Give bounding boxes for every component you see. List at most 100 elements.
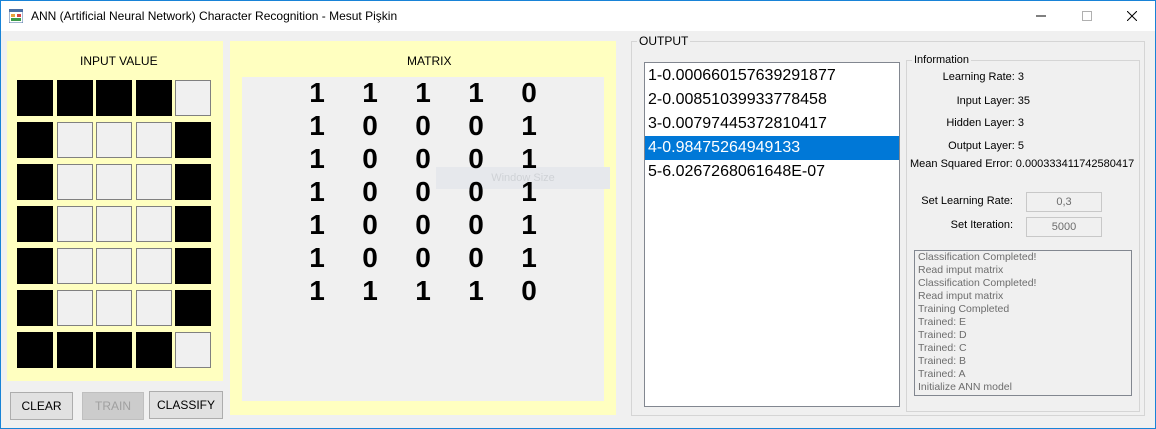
input-cell[interactable] — [175, 248, 212, 284]
maximize-button[interactable] — [1064, 1, 1110, 31]
information-group: Information Learning Rate: 3 Input Layer… — [906, 54, 1140, 412]
train-button[interactable]: TRAIN — [82, 392, 144, 420]
input-cell[interactable] — [17, 122, 53, 158]
output-list-item[interactable]: 1-0.000660157639291877 — [645, 64, 899, 88]
matrix-value: 1 — [309, 176, 325, 207]
input-cell[interactable] — [135, 80, 172, 116]
app-form-icon — [9, 9, 23, 23]
matrix-value: 1 — [468, 275, 484, 306]
output-listbox[interactable]: 1-0.000660157639291877 2-0.00851039933778… — [644, 62, 900, 407]
output-group: OUTPUT 1-0.000660157639291877 2-0.0085103… — [631, 34, 1145, 416]
input-cell[interactable] — [175, 332, 212, 368]
matrix-value: 0 — [362, 242, 378, 273]
minimize-button[interactable] — [1018, 1, 1064, 31]
input-cell[interactable] — [96, 248, 133, 284]
input-cell[interactable] — [17, 80, 53, 116]
input-cell[interactable] — [17, 206, 53, 242]
matrix-value: 1 — [415, 275, 431, 306]
matrix-value: 1 — [309, 110, 325, 141]
learning-rate-text: Learning Rate: 3 — [942, 71, 1024, 83]
matrix-value: 1 — [309, 143, 325, 174]
input-cell[interactable] — [175, 206, 212, 242]
input-cell[interactable] — [135, 290, 172, 326]
information-label: Information — [912, 54, 972, 66]
input-cell[interactable] — [17, 332, 53, 368]
input-cell[interactable] — [56, 206, 93, 242]
input-cell[interactable] — [135, 206, 172, 242]
log-line: Trained: C — [918, 342, 967, 354]
log-line: Training Completed — [918, 303, 1010, 315]
set-iteration-label: Set Iteration: — [950, 219, 1013, 231]
input-cell[interactable] — [56, 80, 93, 116]
input-cell[interactable] — [175, 80, 212, 116]
matrix-value: 1 — [309, 242, 325, 273]
matrix-value: 0 — [415, 110, 431, 141]
matrix-value: 0 — [362, 176, 378, 207]
matrix-value: 0 — [468, 110, 484, 141]
input-cell[interactable] — [17, 164, 53, 200]
matrix-display: Window Size 1111010001100011000110001100… — [242, 77, 610, 401]
minimize-icon — [1036, 15, 1046, 17]
log-line: Trained: B — [918, 355, 967, 367]
input-cell[interactable] — [135, 122, 172, 158]
input-cell[interactable] — [175, 290, 212, 326]
input-layer-text: Input Layer: 35 — [956, 95, 1030, 107]
learning-rate-input[interactable] — [1026, 192, 1102, 212]
matrix-value: 1 — [468, 77, 484, 108]
matrix-value: 0 — [415, 143, 431, 174]
set-learning-rate-label: Set Learning Rate: — [921, 195, 1013, 207]
log-line: Read imput matrix — [918, 290, 1004, 302]
log-line: Trained: E — [918, 316, 967, 328]
log-line: Initialize ANN model — [918, 381, 1012, 393]
input-cell[interactable] — [96, 290, 133, 326]
output-list-item[interactable]: 3-0.00797445372810417 — [645, 112, 899, 136]
input-cell[interactable] — [56, 164, 93, 200]
log-textbox[interactable]: Classification Completed! Read imput matr… — [914, 250, 1132, 396]
matrix-value: 1 — [521, 242, 537, 273]
matrix-value: 1 — [362, 275, 378, 306]
hidden-layer-text: Hidden Layer: 3 — [946, 117, 1024, 129]
close-button[interactable] — [1109, 1, 1155, 31]
input-cell[interactable] — [96, 122, 133, 158]
input-cell[interactable] — [17, 248, 53, 284]
iteration-input[interactable] — [1026, 217, 1102, 237]
input-cell[interactable] — [135, 248, 172, 284]
matrix-value: 0 — [415, 209, 431, 240]
input-cell[interactable] — [96, 80, 133, 116]
title-bar[interactable]: ANN (Artificial Neural Network) Characte… — [1, 1, 1155, 31]
app-window: ANN (Artificial Neural Network) Characte… — [0, 0, 1156, 429]
matrix-value: 1 — [309, 275, 325, 306]
log-line: Trained: D — [918, 329, 967, 341]
input-cell[interactable] — [56, 290, 93, 326]
log-line: Classification Completed! — [918, 277, 1037, 289]
input-cell[interactable] — [96, 164, 133, 200]
output-group-label: OUTPUT — [637, 34, 691, 48]
input-cell[interactable] — [56, 122, 93, 158]
input-cell[interactable] — [96, 332, 133, 368]
input-cell[interactable] — [96, 206, 133, 242]
input-cell[interactable] — [175, 164, 212, 200]
log-lines: Classification Completed! Read imput matr… — [915, 251, 1131, 394]
matrix-value: 0 — [521, 275, 537, 306]
window-title: ANN (Artificial Neural Network) Characte… — [31, 9, 398, 23]
input-cell[interactable] — [56, 332, 93, 368]
matrix-label: MATRIX — [407, 54, 452, 68]
classify-button[interactable]: CLASSIFY — [149, 391, 223, 419]
input-cell[interactable] — [135, 164, 172, 200]
output-list-item[interactable]: 5-6.0267268061648E-07 — [645, 160, 899, 184]
close-icon — [1127, 11, 1137, 21]
matrix-value: 0 — [362, 110, 378, 141]
input-cell[interactable] — [56, 248, 93, 284]
log-line: Classification Completed! — [918, 251, 1037, 263]
mse-text: Mean Squared Error: 0.000333411742580417 — [910, 158, 1135, 170]
input-cell[interactable] — [135, 332, 172, 368]
client-area: INPUT VALUE CLEAR TRAIN CLASSIFY MATRIX … — [1, 32, 1155, 428]
clear-button[interactable]: CLEAR — [10, 392, 73, 420]
output-list-item[interactable]: 2-0.00851039933778458 — [645, 88, 899, 112]
input-cell[interactable] — [17, 290, 53, 326]
output-layer-text: Output Layer: 5 — [948, 140, 1024, 152]
output-list-item[interactable]: 4-0.98475264949133 — [645, 136, 899, 160]
input-cell[interactable] — [175, 122, 212, 158]
matrix-value: 1 — [309, 77, 325, 108]
matrix-value: 1 — [521, 209, 537, 240]
